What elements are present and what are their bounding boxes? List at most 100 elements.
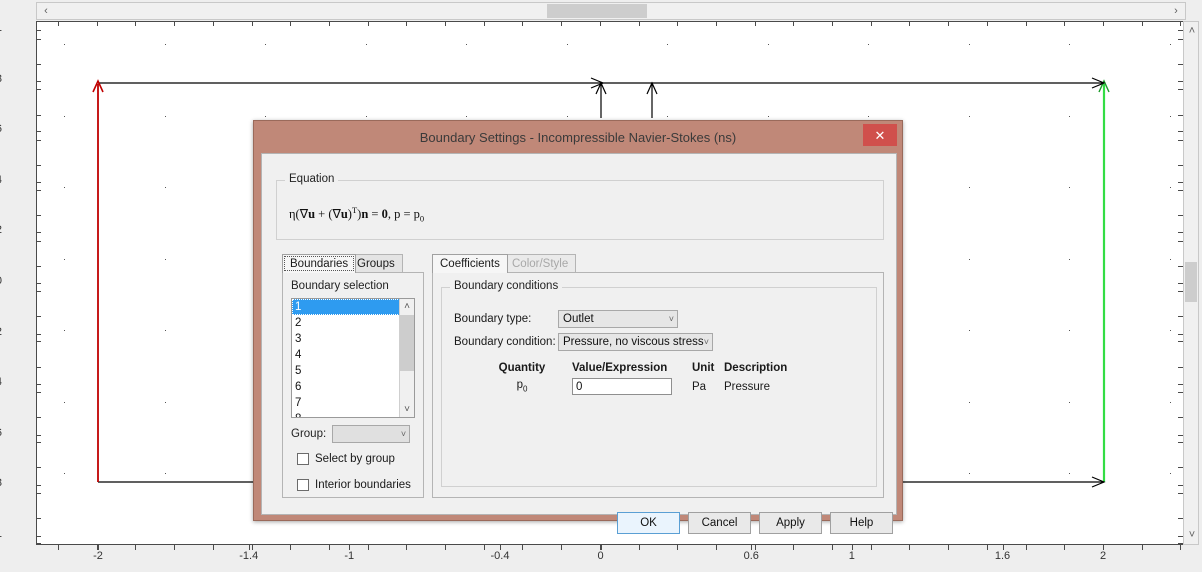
boundary-list-item[interactable]: 7: [292, 395, 400, 411]
x-axis-minor-tickmark-bottom: [755, 545, 756, 550]
cell-description: Pressure: [724, 380, 771, 393]
horizontal-scroll-thumb[interactable]: [547, 4, 647, 18]
x-axis-minor-tickmark-top: [1142, 21, 1143, 26]
boundary-list-item[interactable]: 2: [292, 315, 400, 331]
tab-color-style[interactable]: Color/Style: [504, 254, 577, 273]
equation-group-title: Equation: [285, 173, 339, 185]
apply-button[interactable]: Apply: [759, 512, 822, 534]
x-axis-minor-tickmark-top: [600, 21, 601, 26]
x-axis-tick-label: 0.6: [743, 550, 759, 562]
select-by-group-checkbox[interactable]: [297, 453, 309, 465]
y-axis-minor-tickmark: [36, 493, 41, 494]
x-axis-minor-tickmark-bottom: [174, 545, 175, 550]
y-axis-tickmark: [36, 536, 41, 537]
boundary-list-item[interactable]: 4: [292, 347, 400, 363]
x-axis-tick-label: -2: [93, 550, 103, 562]
boundary-list-item[interactable]: 3: [292, 331, 400, 347]
group-combobox[interactable]: ˅: [332, 425, 411, 443]
table-header-row: Quantity Value/Expression Unit Descripti…: [472, 362, 862, 374]
y-axis-minor-tickmark: [36, 316, 41, 317]
boundary-list-item[interactable]: 8: [292, 411, 400, 417]
boundary-list-item[interactable]: 1: [292, 299, 400, 315]
x-axis-minor-tickmark-top: [871, 21, 872, 26]
dialog-titlebar[interactable]: Boundary Settings - Incompressible Navie…: [254, 121, 902, 153]
x-axis-minor-tickmark-bottom: [97, 545, 98, 550]
x-axis-minor-tickmark-top: [97, 21, 98, 26]
x-axis-minor-tickmark-top: [987, 21, 988, 26]
listbox-scroll-down-icon[interactable]: ˅: [400, 402, 414, 417]
table-row: p0 Pa Pressure: [472, 378, 862, 395]
boundary-selection-listbox[interactable]: 12345678 ˄ ˅: [291, 298, 415, 418]
ok-button[interactable]: OK: [617, 512, 680, 534]
y-axis-tickmark: [36, 283, 41, 284]
boundary-list[interactable]: 12345678: [292, 299, 400, 417]
chevron-down-icon: ˅: [400, 429, 407, 439]
chevron-down-icon: ˅: [703, 337, 709, 347]
column-header-unit: Unit: [692, 362, 715, 374]
x-axis-minor-tickmark-bottom: [793, 545, 794, 550]
y-axis-minor-tickmark: [36, 518, 41, 519]
y-axis-tickmark: [36, 232, 41, 234]
x-axis-minor-tickmark-bottom: [484, 545, 485, 550]
boundary-type-row: Boundary type: Outlet ˅: [454, 310, 678, 328]
x-axis-minor-tickmark-top: [1026, 21, 1027, 26]
boundary-type-value: Outlet: [563, 313, 594, 325]
y-axis-minor-tickmark: [36, 417, 41, 418]
listbox-scroll-up-icon[interactable]: ˄: [400, 299, 414, 314]
y-axis-minor-tickmark: [36, 89, 41, 90]
cancel-button[interactable]: Cancel: [688, 512, 751, 534]
x-axis-minor-tickmark-top: [1180, 21, 1181, 26]
boundary-list-item[interactable]: 5: [292, 363, 400, 379]
help-button[interactable]: Help: [830, 512, 893, 534]
x-axis-minor-tickmark-bottom: [329, 545, 330, 550]
x-axis-minor-tickmark-bottom: [948, 545, 949, 550]
x-axis-minor-tickmark-bottom: [871, 545, 872, 550]
scroll-left-icon[interactable]: ‹: [38, 3, 54, 19]
tab-coefficients[interactable]: Coefficients: [432, 254, 508, 273]
x-axis-minor-tickmark-top: [135, 21, 136, 26]
x-axis-minor-tickmark-top: [174, 21, 175, 26]
select-by-group-row[interactable]: Select by group: [297, 453, 395, 465]
x-axis-minor-tickmark-top: [948, 21, 949, 26]
tab-groups[interactable]: Groups: [349, 254, 403, 273]
x-axis-minor-tickmark-top: [793, 21, 794, 26]
x-axis-tick-label: 2: [1099, 550, 1107, 562]
interior-boundaries-row[interactable]: Interior boundaries: [297, 479, 411, 491]
scroll-down-icon[interactable]: ˅: [1184, 527, 1200, 543]
y-axis-minor-tickmark: [36, 140, 41, 141]
boundary-condition-combobox[interactable]: Pressure, no viscous stress ˅: [558, 333, 713, 351]
p0-value-input[interactable]: [572, 378, 672, 395]
tab-boundaries[interactable]: Boundaries: [282, 254, 357, 273]
x-axis-minor-tickmark-bottom: [832, 545, 833, 550]
horizontal-scrollbar[interactable]: ‹ ›: [36, 2, 1186, 20]
y-axis-minor-tickmark: [36, 467, 41, 468]
boundary-condition-row: Boundary condition: Pressure, no viscous…: [454, 333, 713, 351]
x-axis-minor-tickmark-top: [832, 21, 833, 26]
x-axis-minor-tickmark-top: [1103, 21, 1104, 26]
y-axis-minor-tickmark: [36, 442, 41, 443]
y-axis-minor-tickmark: [36, 291, 41, 292]
interior-boundaries-checkbox[interactable]: [297, 479, 309, 491]
x-axis-minor-tickmark-bottom: [368, 545, 369, 550]
scroll-up-icon[interactable]: ˄: [1184, 23, 1200, 39]
x-axis-minor-tickmark-top: [368, 21, 369, 26]
close-button[interactable]: ✕: [863, 124, 897, 146]
listbox-scroll-thumb[interactable]: [400, 315, 414, 371]
x-axis-minor-tickmark-top: [716, 21, 717, 26]
boundary-conditions-groupbox: Boundary conditions Boundary type: Outle…: [441, 280, 877, 487]
y-axis-tickmark: [36, 434, 41, 436]
dialog-title: Boundary Settings - Incompressible Navie…: [419, 129, 737, 145]
vertical-scrollbar[interactable]: ˄ ˅: [1183, 21, 1199, 545]
boundary-type-combobox[interactable]: Outlet ˅: [558, 310, 678, 328]
listbox-scrollbar[interactable]: ˄ ˅: [399, 299, 414, 417]
column-header-description: Description: [724, 362, 788, 374]
x-axis-minor-tickmark-top: [58, 21, 59, 26]
vertical-scroll-thumb[interactable]: [1185, 262, 1197, 302]
x-axis-minor-tickmark-bottom: [213, 545, 214, 550]
x-axis-tickmark: [248, 545, 250, 550]
boundary-list-item[interactable]: 6: [292, 379, 400, 395]
x-axis-minor-tickmark-bottom: [677, 545, 678, 550]
select-by-group-label: Select by group: [315, 453, 395, 465]
scroll-right-icon[interactable]: ›: [1168, 3, 1184, 19]
x-axis-minor-tickmark-bottom: [135, 545, 136, 550]
